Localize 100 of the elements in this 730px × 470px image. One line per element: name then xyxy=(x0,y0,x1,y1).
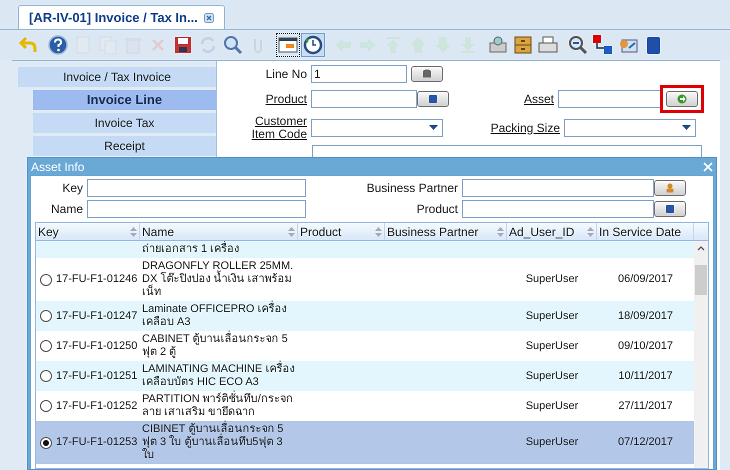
dropdown-arrow-icon xyxy=(682,125,691,131)
filter-label: Key xyxy=(61,180,83,197)
table-cell: PARTITION พาร์ติชั่นทึบ/กระจก ลาย เสาเสริม ขายึดฉาก xyxy=(142,393,293,418)
column-header[interactable]: Name xyxy=(140,223,298,240)
lookup-button[interactable] xyxy=(666,91,698,107)
search-icon xyxy=(222,34,244,56)
table-cell: CIBINET ตู้บานเลื่อนกระจก 5 ฟุต 3 ใบ ตู้บานเลื่อนทึบ5ฟุต 3 ใบ xyxy=(142,423,284,461)
table-cell: Laminate OFFICEPRO เครื่องเคลือบ A3 xyxy=(142,303,287,328)
table-cell: 07/12/2017 xyxy=(618,436,674,448)
table-row[interactable]: 17-FU-F1-01251 LAMINATING MACHINE เครื่องเคลือบบัตร HIC ECO A3 SuperUser 10/11/2017 xyxy=(36,361,694,391)
table-row[interactable]: 17-FU-F1-01253 CIBINET ตู้บานเลื่อนกระจก 5 ฟุต 3 ใบ ตู้บานเลื่อนทึบ5ฟุต 3 ใบ SuperUser 07/12/2017 xyxy=(36,421,694,464)
sort-icon xyxy=(497,226,504,236)
lookup-button[interactable] xyxy=(654,201,686,217)
radio-button[interactable] xyxy=(40,340,52,352)
column-header[interactable]: Product xyxy=(298,223,385,240)
clock-icon xyxy=(302,34,324,56)
person-icon xyxy=(665,183,676,193)
table-cell: SuperUser xyxy=(526,273,578,285)
table-cell: 27/11/2017 xyxy=(618,400,673,412)
table-cell: LAMINATING MACHINE เครื่องเคลือบบัตร HIC ECO A3 xyxy=(142,363,294,388)
toolbar-button[interactable] xyxy=(591,33,615,57)
table-cell: SuperUser xyxy=(526,340,578,352)
product-field[interactable] xyxy=(311,90,417,108)
table-cell: 09/10/2017 xyxy=(618,340,674,352)
field-label[interactable]: Packing Size xyxy=(443,122,560,134)
sidebar-item[interactable]: Invoice Line xyxy=(33,90,216,110)
filter-field[interactable] xyxy=(462,200,654,218)
table-row[interactable]: 17-FU-F1-01247 Laminate OFFICEPRO เครื่องเคลือบ A3 SuperUser 18/09/2017 xyxy=(36,301,694,331)
radio-button[interactable] xyxy=(40,370,52,382)
table-cell: SuperUser xyxy=(526,310,578,322)
drawer-cabinet-icon xyxy=(512,34,534,56)
product-icon xyxy=(665,204,676,214)
sidebar-item[interactable]: Invoice / Tax Invoice xyxy=(18,67,216,87)
help-icon xyxy=(47,34,69,56)
table-cell: 17-FU-F1-01250 xyxy=(56,340,138,352)
sort-icon xyxy=(288,226,295,236)
toolbar-button[interactable] xyxy=(566,33,590,57)
radio-button[interactable] xyxy=(40,274,52,286)
workflow-icon xyxy=(592,34,614,56)
radio-button[interactable] xyxy=(40,400,52,412)
table-cell: 17-FU-F1-01247 xyxy=(56,310,138,322)
packing-size-dropdown[interactable] xyxy=(564,119,696,137)
column-header[interactable]: In Service Date xyxy=(597,223,694,240)
scroll-up-icon xyxy=(697,245,705,251)
filter-label: Business Partner xyxy=(366,180,458,197)
table-cell: 17-FU-F1-01251 xyxy=(56,370,138,382)
sidebar-item[interactable]: Receipt xyxy=(33,136,216,156)
toolbar-button[interactable] xyxy=(276,33,300,57)
sort-icon xyxy=(130,226,137,236)
tab-title: [AR-IV-01] Invoice / Tax In... xyxy=(29,8,198,27)
toolbar-button[interactable] xyxy=(46,33,70,57)
arrow-icon xyxy=(677,94,687,104)
column-header[interactable]: Business Partner xyxy=(385,223,507,240)
table-cell: DRAGONFLY ROLLER 25MM. DX โต๊ะปิงปอง น้ำเงิน เสาพร้อมเน็ท xyxy=(142,260,294,298)
database-icon xyxy=(422,69,432,79)
field-label[interactable]: Product xyxy=(227,92,307,106)
table-cell: 17-FU-F1-01252 xyxy=(56,400,138,412)
table-cell: SuperUser xyxy=(526,436,578,448)
dropdown-arrow-icon xyxy=(429,125,438,131)
table-cell: SuperUser xyxy=(526,370,578,382)
lookup-button[interactable] xyxy=(411,66,443,82)
close-icon xyxy=(204,12,214,22)
sort-icon xyxy=(587,226,594,236)
table-cell: 18/09/2017 xyxy=(618,310,674,322)
close-button[interactable] xyxy=(703,162,713,172)
line-no-field[interactable]: 1 xyxy=(311,65,407,83)
scrollbar-thumb[interactable] xyxy=(695,265,707,295)
filter-field[interactable] xyxy=(87,179,306,197)
sidebar-item[interactable]: Invoice Tax xyxy=(33,113,216,133)
asset-field[interactable] xyxy=(558,90,662,108)
field-label[interactable]: Asset xyxy=(449,92,554,106)
sort-icon xyxy=(375,226,382,236)
table-cell: 10/11/2017 xyxy=(618,370,673,382)
close-icon xyxy=(703,162,713,172)
zoom-icon xyxy=(567,34,589,56)
table-cell: 17-FU-F1-01253 xyxy=(56,436,138,449)
table-cell: CABINET ตู้บานเลื่อนกระจก 5 ฟุต 2 ตู้ xyxy=(142,333,288,358)
radio-button[interactable] xyxy=(40,310,52,322)
filter-field[interactable] xyxy=(87,200,306,218)
filter-label: Name xyxy=(50,201,83,218)
filter-label: Product xyxy=(416,201,458,218)
table-cell: ถ่ายเอกสาร 1 เครื่อง xyxy=(142,243,240,255)
column-header[interactable]: Key xyxy=(36,223,140,240)
field-label: Line No xyxy=(264,68,307,80)
table-cell: 06/09/2017 xyxy=(618,273,674,285)
dialog-title: Asset Info xyxy=(31,159,84,176)
product-icon xyxy=(428,94,438,104)
table-cell: SuperUser xyxy=(526,400,578,412)
field-label[interactable]: Customer Item Code xyxy=(243,115,307,141)
scrollbar[interactable] xyxy=(694,241,708,468)
lookup-button[interactable] xyxy=(654,180,686,196)
document-tab[interactable]: [AR-IV-01] Invoice / Tax In... xyxy=(18,5,225,29)
customer-item-code-dropdown[interactable] xyxy=(311,119,443,137)
table-cell: 17-FU-F1-01246 xyxy=(56,273,138,286)
table-row[interactable]: ถ่ายเอกสาร 1 เครื่อง xyxy=(36,241,694,258)
radio-button[interactable] xyxy=(40,436,52,448)
column-header[interactable]: Ad_User_ID xyxy=(507,223,597,240)
lookup-button[interactable] xyxy=(417,91,449,107)
toolbar-button[interactable] xyxy=(301,33,325,57)
filter-field[interactable] xyxy=(462,179,654,197)
